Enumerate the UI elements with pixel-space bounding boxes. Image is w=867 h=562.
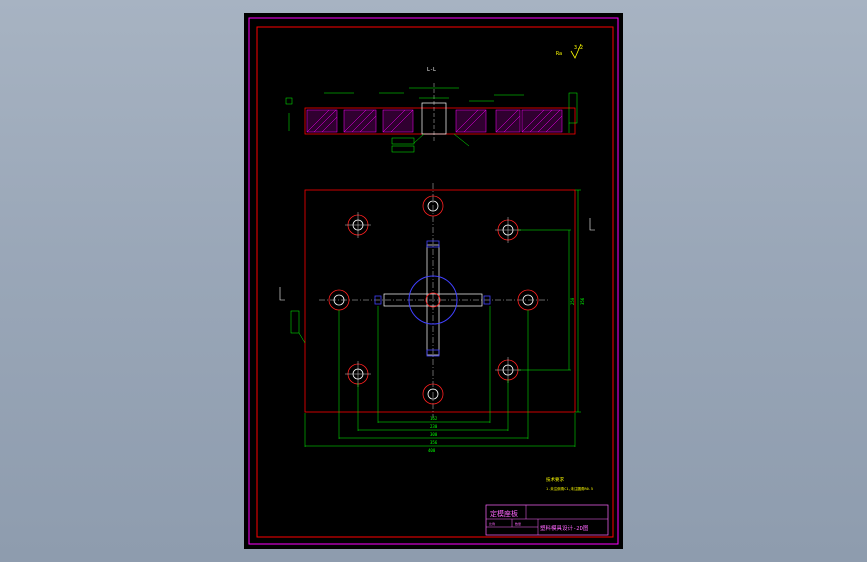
dim-h-2: 230 [430, 424, 438, 429]
tb-cell-1: 比例 [489, 521, 495, 526]
dim-h-3: 300 [430, 432, 438, 437]
section-label: L-L [427, 67, 436, 73]
title-block: 定模座板 比例 数量 塑料模具设计-2D图 [485, 504, 609, 536]
section-view: L-L [285, 67, 578, 153]
runner-inserts [374, 240, 491, 357]
bottom-dimension-labels: 162 230 300 356 400 [428, 416, 438, 453]
section-marks [279, 218, 595, 301]
drawing-code: 塑料模具设计-2D图 [540, 524, 589, 532]
plan-view [279, 183, 595, 418]
note-line: 1.未注倒角C1,未注圆角R0.5 [546, 486, 593, 491]
dim-vertical: 356 [580, 297, 585, 305]
part-title: 定模座板 [490, 509, 518, 518]
dim-h-5: 400 [428, 448, 436, 453]
tb-cell-2: 数量 [515, 521, 521, 526]
roughness-label: Ra [556, 51, 562, 57]
outer-frame [248, 17, 619, 545]
section-hatch [306, 109, 563, 133]
inner-frame [256, 26, 614, 538]
side-callout [290, 310, 306, 344]
dim-h-4: 356 [430, 440, 438, 445]
roughness-symbol: Ra 3.2 [556, 43, 583, 59]
cad-viewport[interactable]: Ra 3.2 L-L 162 230 300 356 400 356 250 技… [0, 0, 867, 562]
bottom-dimensions [304, 306, 576, 447]
note-heading: 技术要求 [546, 476, 564, 483]
technical-notes: 技术要求 1.未注倒角C1,未注圆角R0.5 [546, 476, 593, 491]
dim-vertical-2: 250 [570, 297, 575, 305]
drawing-canvas: Ra 3.2 L-L 162 230 300 356 400 356 250 技… [248, 17, 619, 545]
drawing-sheet: Ra 3.2 L-L 162 230 300 356 400 356 250 技… [244, 13, 623, 549]
dim-h-1: 162 [430, 416, 438, 421]
